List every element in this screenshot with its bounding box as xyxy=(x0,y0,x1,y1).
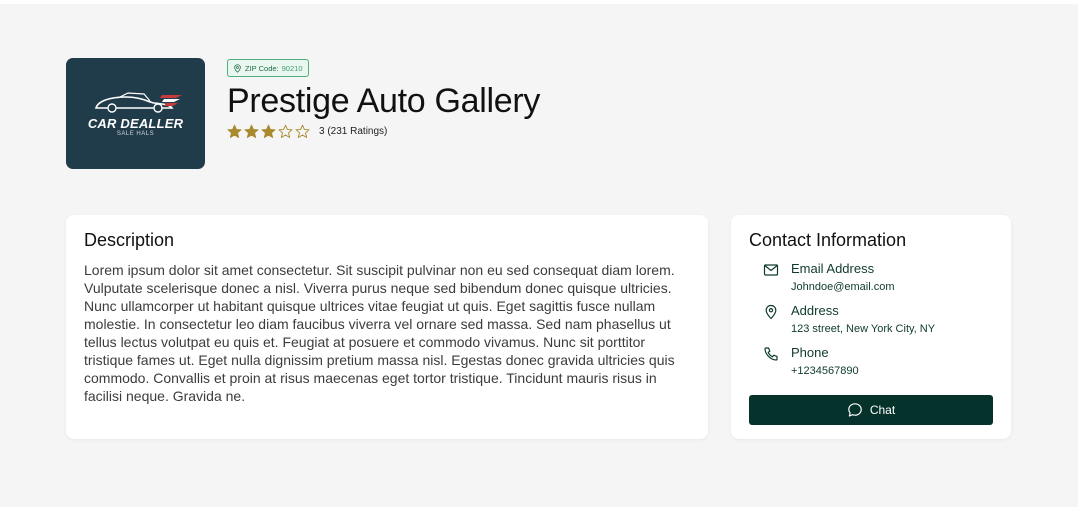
star-empty-icon xyxy=(278,124,293,138)
chat-button[interactable]: Chat xyxy=(749,395,993,425)
contact-title: Contact Information xyxy=(749,230,907,250)
location-pin-icon xyxy=(234,63,241,73)
logo-subtext: SALE HALS xyxy=(116,131,155,137)
zip-code-label: ZIP Code: xyxy=(245,63,279,73)
rating-stars xyxy=(227,124,310,139)
address-label: Address xyxy=(791,303,839,318)
description-title: Description xyxy=(84,230,175,250)
business-name: Prestige Auto Gallery xyxy=(227,82,541,120)
email-label: Email Address xyxy=(791,261,875,276)
contact-phone: Phone +1234567890 xyxy=(763,345,993,379)
description-text: Lorem ipsum dolor sit amet consectetur. … xyxy=(84,262,675,404)
star-filled-icon xyxy=(261,124,276,138)
phone-icon xyxy=(764,347,778,361)
phone-label: Phone xyxy=(791,345,829,360)
email-value[interactable]: Johndoe@email.com xyxy=(791,279,895,295)
phone-value[interactable]: +1234567890 xyxy=(791,363,859,379)
chat-button-label: Chat xyxy=(869,403,896,417)
zip-code-badge: ZIP Code: 90210 xyxy=(227,59,309,77)
description-card: Description Lorem ipsum dolor sit amet c… xyxy=(66,215,708,439)
chat-bubble-icon xyxy=(848,403,862,417)
rating: 3 (231 Ratings) xyxy=(227,124,387,139)
location-pin-icon xyxy=(765,304,777,320)
page: CAR DEALLER SALE HALS ZIP Code: 90210 Pr… xyxy=(0,4,1078,507)
rating-text: 3 (231 Ratings) xyxy=(319,126,388,137)
car-icon xyxy=(94,92,182,113)
mail-icon xyxy=(763,264,779,276)
business-logo: CAR DEALLER SALE HALS xyxy=(66,58,205,169)
star-filled-icon xyxy=(227,124,242,138)
star-filled-icon xyxy=(244,124,259,138)
contact-address: Address 123 street, New York City, NY xyxy=(763,303,993,337)
logo-text: CAR DEALLER xyxy=(87,116,184,131)
zip-code-value: 90210 xyxy=(281,63,303,73)
contact-card: Contact Information Email Address Johndo… xyxy=(731,215,1011,439)
address-value: 123 street, New York City, NY xyxy=(791,323,936,335)
contact-email: Email Address Johndoe@email.com xyxy=(763,261,993,295)
star-empty-icon xyxy=(295,124,310,138)
